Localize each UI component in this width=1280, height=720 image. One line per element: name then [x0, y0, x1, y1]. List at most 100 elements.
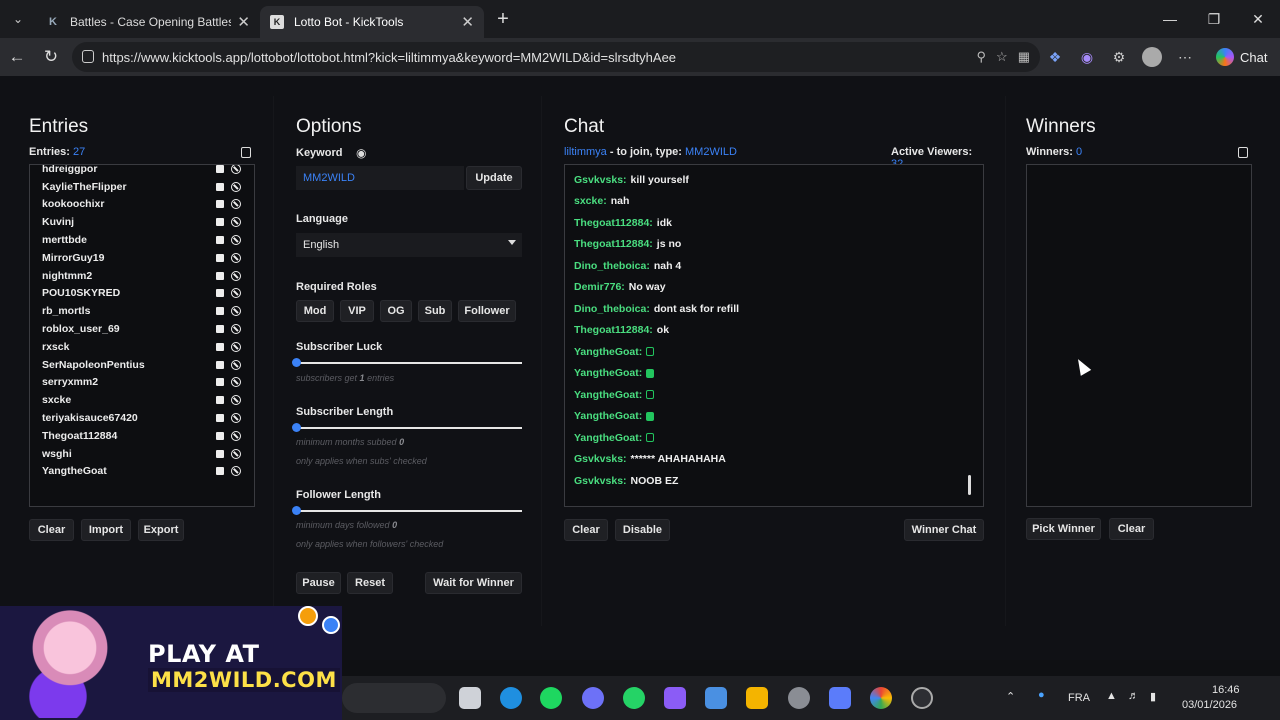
entry-checkbox-icon[interactable] — [216, 449, 224, 458]
entry-row[interactable]: KaylieTheFlipper — [30, 178, 254, 196]
entry-row[interactable]: sxcke — [30, 391, 254, 409]
role-sub-toggle[interactable]: Sub — [418, 300, 452, 322]
favorite-star-icon[interactable]: ☆ — [996, 49, 1008, 65]
chat-username[interactable]: Dino_theboica — [574, 260, 646, 272]
entry-row[interactable]: SerNapoleonPentius — [30, 356, 254, 374]
entry-checkbox-icon[interactable] — [216, 360, 224, 369]
copilot-chat-button[interactable]: Chat — [1208, 44, 1275, 70]
eye-icon[interactable]: ◉ — [356, 146, 366, 160]
entry-checkbox-icon[interactable] — [216, 253, 224, 262]
ban-icon[interactable] — [231, 306, 241, 317]
entry-row[interactable]: merttbde — [30, 231, 254, 249]
chat-username[interactable]: sxcke — [574, 195, 603, 207]
clear-winners-button[interactable]: Clear — [1109, 518, 1154, 540]
chat-username[interactable]: Gsvkvsks — [574, 475, 623, 487]
url-field[interactable]: https://www.kicktools.app/lottobot/lotto… — [72, 42, 1040, 72]
chat-username[interactable]: YangtheGoat — [574, 389, 639, 401]
ban-icon[interactable] — [231, 199, 241, 210]
subscriber-luck-slider[interactable] — [292, 358, 522, 367]
channel-name[interactable]: liltimmya — [564, 146, 607, 158]
ban-icon[interactable] — [231, 395, 241, 406]
wifi-icon[interactable]: ▲ — [1106, 690, 1117, 702]
entry-checkbox-icon[interactable] — [216, 307, 224, 316]
slider-knob[interactable] — [292, 506, 301, 515]
tray-chevron-icon[interactable]: ⌃ — [1006, 690, 1015, 703]
chat-scrollbar[interactable] — [968, 475, 971, 495]
role-mod-toggle[interactable]: Mod — [296, 300, 334, 322]
browser-tab-lotto-bot[interactable]: K Lotto Bot - KickTools ✕ — [260, 6, 484, 38]
language-indicator[interactable]: FRA — [1068, 692, 1090, 704]
language-select[interactable]: English — [296, 233, 522, 257]
chrome-icon[interactable] — [870, 687, 892, 709]
entry-checkbox-icon[interactable] — [216, 236, 224, 245]
close-tab-icon[interactable]: ✕ — [237, 13, 250, 31]
site-info-icon[interactable] — [82, 50, 94, 63]
ban-icon[interactable] — [231, 430, 241, 441]
chat-username[interactable]: YangtheGoat — [574, 432, 639, 444]
entry-row[interactable]: wsghi — [30, 445, 254, 463]
role-vip-toggle[interactable]: VIP — [340, 300, 374, 322]
taskbar-search[interactable] — [342, 683, 446, 713]
disable-chat-button[interactable]: Disable — [615, 519, 670, 541]
update-keyword-button[interactable]: Update — [466, 166, 522, 190]
back-arrow-icon[interactable]: ← — [0, 40, 34, 74]
export-entries-button[interactable]: Export — [138, 519, 184, 541]
app-icon[interactable] — [829, 687, 851, 709]
entry-row[interactable]: rb_mortls — [30, 302, 254, 320]
ban-icon[interactable] — [231, 324, 241, 335]
ban-icon[interactable] — [231, 288, 241, 299]
extension-icon[interactable]: ❖ — [1046, 48, 1064, 66]
entry-checkbox-icon[interactable] — [216, 325, 224, 334]
entry-checkbox-icon[interactable] — [216, 414, 224, 423]
clock-time[interactable]: 16:46 — [1212, 684, 1240, 696]
entry-row[interactable]: serryxmm2 — [30, 374, 254, 392]
extension-purple-icon[interactable]: ◉ — [1078, 48, 1096, 66]
entry-checkbox-icon[interactable] — [216, 218, 224, 227]
reset-button[interactable]: Reset — [347, 572, 393, 594]
clear-entries-button[interactable]: Clear — [29, 519, 74, 541]
maximize-icon[interactable]: ❐ — [1192, 0, 1236, 38]
ban-icon[interactable] — [231, 359, 241, 370]
close-window-icon[interactable]: ✕ — [1236, 0, 1280, 38]
entry-row[interactable]: Thegoat112884 — [30, 427, 254, 445]
file-explorer-icon[interactable] — [746, 687, 768, 709]
subscriber-length-slider[interactable] — [292, 423, 522, 432]
chat-username[interactable]: Thegoat112884 — [574, 238, 649, 250]
entries-list[interactable]: hdreiggpor KaylieTheFlipper kookoochixr Kuv… — [29, 164, 255, 507]
ban-icon[interactable] — [231, 377, 241, 388]
follower-length-slider[interactable] — [292, 506, 522, 515]
ban-icon[interactable] — [231, 466, 241, 477]
slider-knob[interactable] — [292, 358, 301, 367]
chat-username[interactable]: Dino_theboica — [574, 303, 646, 315]
entry-checkbox-icon[interactable] — [216, 182, 224, 191]
keyword-input[interactable]: MM2WILD — [296, 166, 464, 190]
winners-list[interactable] — [1026, 164, 1252, 507]
copy-entries-icon[interactable] — [241, 147, 251, 158]
reload-icon[interactable]: ↻ — [34, 40, 68, 74]
new-tab-plus-icon[interactable]: + — [488, 4, 518, 34]
pause-button[interactable]: Pause — [296, 572, 341, 594]
copy-winners-icon[interactable] — [1238, 147, 1248, 158]
battery-icon[interactable]: ▮ — [1150, 690, 1156, 703]
chat-log[interactable]: Gsvkvsks: kill yourself sxcke: nah Thegoat11… — [564, 164, 984, 507]
entry-row[interactable]: Kuvinj — [30, 213, 254, 231]
entry-row[interactable]: MirrorGuy19 — [30, 249, 254, 267]
ban-icon[interactable] — [231, 270, 241, 281]
microphone-icon[interactable]: ● — [1038, 689, 1045, 701]
clock-date[interactable]: 03/01/2026 — [1182, 699, 1237, 711]
ban-icon[interactable] — [231, 252, 241, 263]
role-og-toggle[interactable]: OG — [380, 300, 412, 322]
entry-checkbox-icon[interactable] — [216, 378, 224, 387]
entry-checkbox-icon[interactable] — [216, 467, 224, 476]
entry-checkbox-icon[interactable] — [216, 289, 224, 298]
chat-username[interactable]: Thegoat112884 — [574, 217, 649, 229]
chat-username[interactable]: Thegoat112884 — [574, 324, 649, 336]
entry-row[interactable]: YangtheGoat — [30, 463, 254, 481]
role-follower-toggle[interactable]: Follower — [458, 300, 516, 322]
pick-winner-button[interactable]: Pick Winner — [1026, 518, 1101, 540]
whatsapp-icon[interactable] — [623, 687, 645, 709]
entry-row[interactable]: rxsck — [30, 338, 254, 356]
entry-checkbox-icon[interactable] — [216, 431, 224, 440]
entry-row[interactable]: nightmm2 — [30, 267, 254, 285]
entry-row[interactable]: POU10SKYRED — [30, 285, 254, 303]
